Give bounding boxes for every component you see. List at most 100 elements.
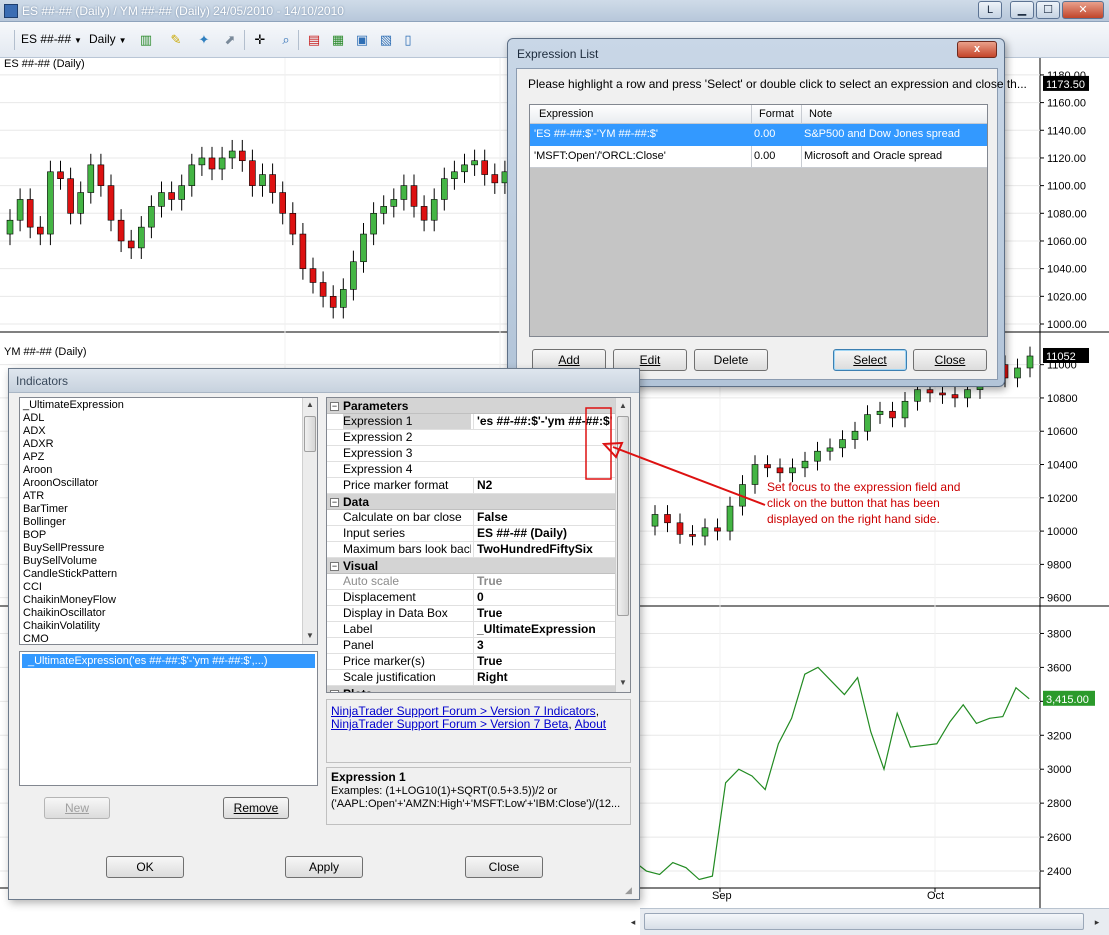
property-row[interactable]: Input series ES ##-## (Daily) <box>327 526 617 542</box>
property-row[interactable]: Auto scale True <box>327 574 617 590</box>
collapse-icon[interactable]: − <box>330 562 339 572</box>
property-value[interactable]: _UltimateExpression <box>473 622 615 637</box>
property-value[interactable]: False <box>473 510 615 525</box>
property-value[interactable]: 'es ##-##:$'-'ym ##-##:$' <box>473 414 615 429</box>
property-value[interactable]: True <box>473 606 615 621</box>
indicator-list-item[interactable]: ADXR <box>23 438 303 451</box>
property-group-parameters[interactable]: − Parameters <box>327 398 617 414</box>
expression-row[interactable]: 'MSFT:Open'/'ORCL:Close' 0.00 Microsoft … <box>530 146 987 168</box>
indicator-list-item[interactable]: CCI <box>23 581 303 594</box>
property-value[interactable]: N2 <box>473 478 615 493</box>
property-row[interactable]: Calculate on bar close False <box>327 510 617 526</box>
indicator-list-item[interactable]: ADL <box>23 412 303 425</box>
property-row[interactable]: Expression 1'es ##-##:$'-'ym ##-##:$' <box>327 414 617 430</box>
indicator-list-item[interactable]: ATR <box>23 490 303 503</box>
scroll-down-icon[interactable]: ▼ <box>619 678 627 687</box>
indicator-list-item[interactable]: BuySellVolume <box>23 555 303 568</box>
note-column-header[interactable]: Note <box>809 108 832 120</box>
expression-row[interactable]: 'ES ##-##:$'-'YM ##-##:$' 0.00 S&P500 an… <box>530 124 987 146</box>
indicators-icon[interactable]: ▤ <box>306 32 322 48</box>
scrollbar-thumb[interactable] <box>617 416 629 616</box>
link-button[interactable]: L <box>978 1 1002 19</box>
property-row[interactable]: Label _UltimateExpression <box>327 622 617 638</box>
expression-column-header[interactable]: Expression <box>539 108 593 120</box>
property-value[interactable]: Right <box>473 670 615 685</box>
property-row[interactable]: Price marker format N2 <box>327 478 617 494</box>
zoom-icon[interactable]: ⌕ <box>278 32 294 48</box>
indicator-list-item[interactable]: _UltimateExpression <box>23 399 303 412</box>
crosshair-icon[interactable]: ✛ <box>252 32 268 48</box>
strategies-icon[interactable]: ▦ <box>330 32 346 48</box>
property-row[interactable]: Display in Data Box True <box>327 606 617 622</box>
chart-properties-icon[interactable]: ▣ <box>354 32 370 48</box>
indicator-list-item[interactable]: CMO <box>23 633 303 644</box>
list-vertical-scrollbar[interactable]: ▲ ▼ <box>302 398 317 644</box>
property-row[interactable]: Scale justification Right <box>327 670 617 686</box>
indicator-list-item[interactable]: BOP <box>23 529 303 542</box>
chart-style-icon[interactable]: ▥ <box>138 32 154 48</box>
indicator-list-item[interactable]: AroonOscillator <box>23 477 303 490</box>
maximize-button[interactable]: ☐ <box>1036 1 1060 19</box>
scroll-up-icon[interactable]: ▲ <box>306 400 314 409</box>
property-value[interactable]: ES ##-## (Daily) <box>473 526 615 541</box>
indicator-list-item[interactable]: ChaikinOscillator <box>23 607 303 620</box>
property-vertical-scrollbar[interactable]: ▲ ▼ <box>615 398 630 692</box>
version7-beta-link[interactable]: NinjaTrader Support Forum > Version 7 Be… <box>331 717 568 731</box>
collapse-icon[interactable]: − <box>330 498 339 508</box>
indicator-list-item[interactable]: ChaikinMoneyFlow <box>23 594 303 607</box>
property-group-data[interactable]: − Data <box>327 494 617 510</box>
expression-list-close-button[interactable]: x <box>957 41 997 58</box>
ok-button[interactable]: OK <box>106 856 184 878</box>
property-row[interactable]: Panel 3 <box>327 638 617 654</box>
new-button[interactable]: New <box>44 797 110 819</box>
version7-indicators-link[interactable]: NinjaTrader Support Forum > Version 7 In… <box>331 704 596 718</box>
applied-indicator-item[interactable]: _UltimateExpression('es ##-##:$'-'ym ##-… <box>22 654 315 668</box>
indicator-list-item[interactable]: Bollinger <box>23 516 303 529</box>
indicator-list-item[interactable]: CandleStickPattern <box>23 568 303 581</box>
instrument-dropdown[interactable]: ES ##-## ▼ <box>21 32 82 46</box>
property-value[interactable]: 0 <box>473 590 615 605</box>
property-row[interactable]: Expression 3 <box>327 446 617 462</box>
property-row[interactable]: Expression 4 <box>327 462 617 478</box>
property-value[interactable]: TwoHundredFiftySix <box>473 542 615 557</box>
property-value[interactable]: True <box>473 574 615 589</box>
property-group-plots[interactable]: − Plots <box>327 686 617 692</box>
indicator-list-item[interactable]: Aroon <box>23 464 303 477</box>
chart-trader-icon[interactable]: ▯ <box>400 32 416 48</box>
close-button[interactable]: Close <box>913 349 987 371</box>
scrollbar-thumb[interactable] <box>644 913 1084 930</box>
property-row[interactable]: Price marker(s) True <box>327 654 617 670</box>
indicator-list-item[interactable]: ADX <box>23 425 303 438</box>
scroll-right-icon[interactable]: ▸ <box>1090 914 1104 930</box>
scroll-left-icon[interactable]: ◂ <box>626 914 640 930</box>
scrollbar-thumb[interactable] <box>304 416 316 452</box>
scroll-up-icon[interactable]: ▲ <box>619 401 627 410</box>
format-column-header[interactable]: Format <box>759 108 794 120</box>
delete-button[interactable]: Delete <box>694 349 768 371</box>
property-group-visual[interactable]: − Visual <box>327 558 617 574</box>
resize-grip-icon[interactable]: ◢ <box>625 885 632 896</box>
drawing-pencil-icon[interactable]: ✎ <box>168 32 184 48</box>
pointer-tool-icon[interactable]: ⬈ <box>222 32 238 48</box>
indicator-list-item[interactable]: BuySellPressure <box>23 542 303 555</box>
close-dialog-button[interactable]: Close <box>465 856 543 878</box>
property-value[interactable]: True <box>473 654 615 669</box>
minimize-button[interactable]: ▁ <box>1010 1 1034 19</box>
property-row[interactable]: Maximum bars look back TwoHundredFiftySix <box>327 542 617 558</box>
close-window-button[interactable]: ✕ <box>1062 1 1104 19</box>
collapse-icon[interactable]: − <box>330 690 339 692</box>
data-box-icon[interactable]: ▧ <box>378 32 394 48</box>
applied-indicators-list[interactable]: _UltimateExpression('es ##-##:$'-'ym ##-… <box>19 651 318 786</box>
about-link[interactable]: About <box>575 717 606 731</box>
property-value[interactable]: 3 <box>473 638 615 653</box>
property-row[interactable]: Expression 2 <box>327 430 617 446</box>
indicator-list-item[interactable]: BarTimer <box>23 503 303 516</box>
property-row[interactable]: Displacement 0 <box>327 590 617 606</box>
indicator-list-item[interactable]: ChaikinVolatility <box>23 620 303 633</box>
available-indicators-list[interactable]: _UltimateExpression ADL ADX ADXR APZ Aroon Aro… <box>19 397 318 645</box>
chart-horizontal-scrollbar[interactable]: ◂ ▸ <box>631 908 1109 935</box>
interval-dropdown[interactable]: Daily ▼ <box>89 32 127 46</box>
select-button[interactable]: Select <box>833 349 907 371</box>
indicator-list-item[interactable]: APZ <box>23 451 303 464</box>
remove-button[interactable]: Remove <box>223 797 289 819</box>
